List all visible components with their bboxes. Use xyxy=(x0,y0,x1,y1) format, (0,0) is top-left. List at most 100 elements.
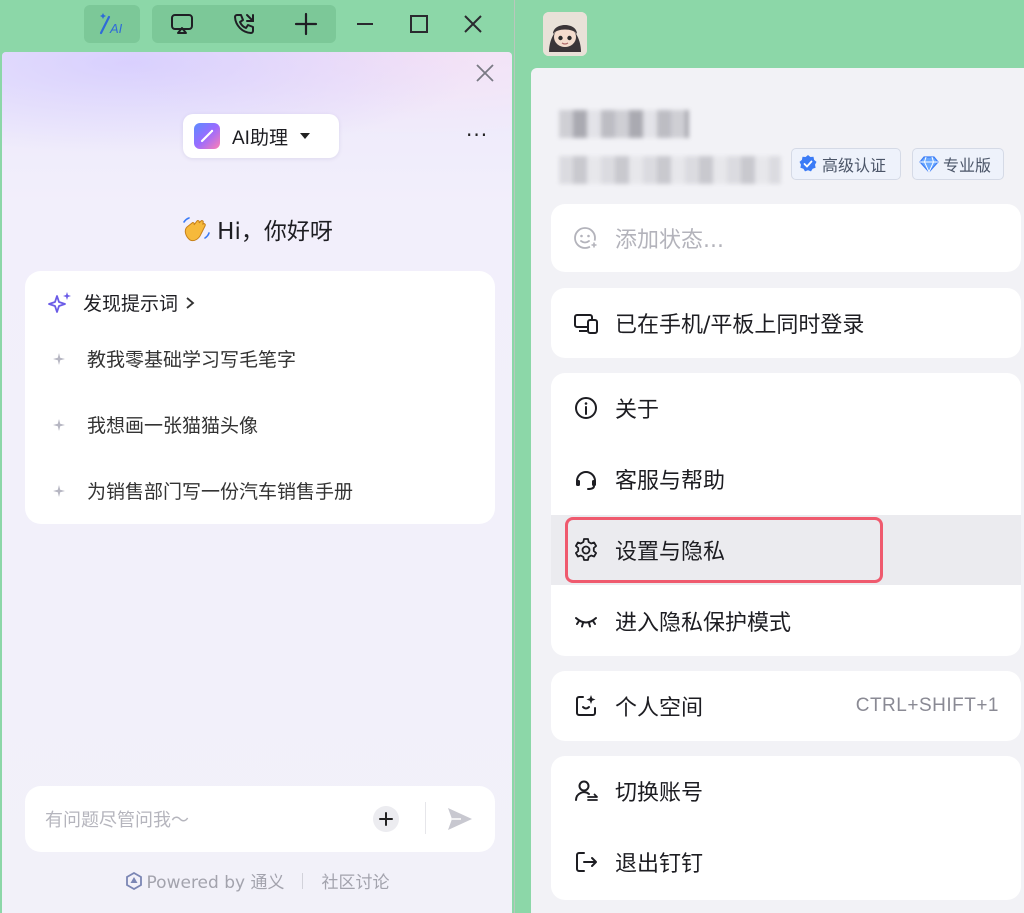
badge-label: 高级认证 xyxy=(822,156,887,175)
caret-down-icon xyxy=(299,133,310,139)
maximize-icon xyxy=(410,15,428,33)
personal-space-shortcut: CTRL+SHIFT+1 xyxy=(855,695,999,716)
main-menu-card: 关于 客服与帮助 设置与隐私 进入隐私保护模式 xyxy=(551,373,1021,656)
privacy-mode-label: 进入隐私保护模式 xyxy=(615,611,792,636)
badge-label: 专业版 xyxy=(943,156,992,175)
powered-by-text: Powered by 通义 xyxy=(146,873,285,893)
tongyi-logo-icon xyxy=(125,871,142,890)
advanced-certification-badge[interactable]: 高级认证 xyxy=(791,148,901,180)
maximize-button[interactable] xyxy=(404,5,434,43)
ai-assistant-window: AI AI助理 ··· Hi，你好呀 发现提示词 教我零基础学习写毛笔字 我想画… xyxy=(0,0,514,913)
prompt-item[interactable]: 为销售部门写一份汽车销售手册 xyxy=(53,477,353,504)
plus-icon xyxy=(379,812,393,826)
personal-space-item[interactable]: 个人空间 CTRL+SHIFT+1 xyxy=(551,671,1021,741)
settings-privacy-menu-item[interactable]: 设置与隐私 xyxy=(551,515,1021,585)
prompt-text: 教我零基础学习写毛笔字 xyxy=(87,349,297,371)
status-card: 添加状态... xyxy=(551,204,1021,272)
add-button[interactable] xyxy=(286,5,326,43)
send-button[interactable] xyxy=(445,804,475,834)
avatar[interactable] xyxy=(543,12,587,56)
add-status-placeholder: 添加状态... xyxy=(615,228,724,253)
more-options-icon[interactable]: ··· xyxy=(466,125,490,146)
ai-wand-icon: AI xyxy=(99,13,123,36)
minimize-button[interactable] xyxy=(350,5,380,43)
discover-prompts-label: 发现提示词 xyxy=(83,293,179,315)
professional-edition-badge[interactable]: 专业版 xyxy=(912,148,1004,180)
about-label: 关于 xyxy=(615,398,660,423)
attach-button[interactable] xyxy=(373,806,399,832)
input-divider xyxy=(425,802,426,834)
logout-icon xyxy=(576,852,597,872)
titlebar-action-group xyxy=(152,5,336,43)
user-id-redacted xyxy=(559,156,781,184)
switch-user-icon xyxy=(575,780,598,801)
discover-prompts-link[interactable]: 发现提示词 xyxy=(47,289,196,316)
devices-icon xyxy=(574,314,598,334)
privacy-mode-menu-item[interactable]: 进入隐私保护模式 xyxy=(551,586,1021,656)
sparkle-icon xyxy=(48,291,71,313)
prompt-text: 我想画一张猫猫头像 xyxy=(87,415,259,437)
minimize-icon xyxy=(357,23,373,25)
phone-icon xyxy=(234,14,254,34)
community-link[interactable]: 社区讨论 xyxy=(321,868,389,893)
multi-device-login-label: 已在手机/平板上同时登录 xyxy=(615,313,865,338)
screen-share-button[interactable] xyxy=(162,5,202,43)
chat-input-box xyxy=(25,786,495,852)
close-icon xyxy=(464,15,482,33)
screen-share-icon xyxy=(171,14,193,34)
avatar-illustration-icon xyxy=(543,12,587,56)
multi-device-card: 已在手机/平板上同时登录 xyxy=(551,288,1021,358)
gear-icon xyxy=(575,538,597,561)
chat-input[interactable] xyxy=(45,806,365,834)
greeting-text: Hi，你好呀 xyxy=(217,219,333,245)
profile-menu: 高级认证 专业版 添加状态... 已在手机/平板上同时登录 关于 客服与帮助 设… xyxy=(531,68,1024,913)
settings-privacy-label: 设置与隐私 xyxy=(615,540,726,565)
prompt-text: 为销售部门写一份汽车销售手册 xyxy=(87,481,354,503)
account-card: 切换账号 退出钉钉 xyxy=(551,756,1021,900)
chevron-right-icon xyxy=(186,296,195,309)
small-star-icon xyxy=(53,484,65,497)
ai-assistant-name: AI助理 xyxy=(232,127,288,149)
personal-space-icon xyxy=(576,695,596,716)
footer-divider xyxy=(302,872,304,889)
waving-hand-icon xyxy=(183,217,210,242)
closed-eye-icon xyxy=(575,617,597,628)
ai-assistant-selector[interactable]: AI助理 xyxy=(183,114,339,158)
prompt-item[interactable]: 我想画一张猫猫头像 xyxy=(53,411,258,438)
close-assistant-button[interactable] xyxy=(474,62,496,84)
switch-account-item[interactable]: 切换账号 xyxy=(551,756,1021,826)
prompt-suggestions-card: 发现提示词 教我零基础学习写毛笔字 我想画一张猫猫头像 为销售部门写一份汽车销售… xyxy=(25,271,495,524)
plus-icon xyxy=(294,12,318,36)
assistant-footer: Powered by 通义 社区讨论 xyxy=(2,868,512,893)
headset-icon xyxy=(576,471,596,490)
ai-toggle-button[interactable]: AI xyxy=(84,5,140,43)
small-star-icon xyxy=(53,418,65,431)
greeting: Hi，你好呀 xyxy=(2,212,512,246)
verified-check-icon xyxy=(799,155,817,172)
smiley-plus-icon xyxy=(574,227,599,250)
personal-space-label: 个人空间 xyxy=(615,696,704,721)
window-titlebar: AI xyxy=(0,0,514,50)
about-menu-item[interactable]: 关于 xyxy=(551,373,1021,443)
main-window-panel: 高级认证 专业版 添加状态... 已在手机/平板上同时登录 关于 客服与帮助 设… xyxy=(514,0,1024,913)
ai-assistant-logo-icon xyxy=(194,123,220,149)
small-star-icon xyxy=(53,352,65,365)
personal-space-card: 个人空间 CTRL+SHIFT+1 xyxy=(551,671,1021,741)
svg-text:AI: AI xyxy=(109,21,123,36)
logout-item[interactable]: 退出钉钉 xyxy=(551,827,1021,897)
add-status-button[interactable]: 添加状态... xyxy=(551,204,1021,272)
phone-call-button[interactable] xyxy=(224,5,264,43)
ai-assistant-panel: AI助理 ··· Hi，你好呀 发现提示词 教我零基础学习写毛笔字 我想画一张猫… xyxy=(2,52,512,913)
user-name-redacted xyxy=(559,110,689,138)
close-window-button[interactable] xyxy=(458,5,488,43)
multi-device-login-item[interactable]: 已在手机/平板上同时登录 xyxy=(551,288,1021,358)
close-icon xyxy=(476,64,494,82)
help-menu-item[interactable]: 客服与帮助 xyxy=(551,444,1021,514)
help-label: 客服与帮助 xyxy=(615,469,726,494)
logout-label: 退出钉钉 xyxy=(615,852,704,877)
diamond-icon xyxy=(919,156,939,174)
switch-account-label: 切换账号 xyxy=(615,781,704,806)
info-icon xyxy=(575,397,597,419)
send-icon xyxy=(448,808,472,830)
prompt-item[interactable]: 教我零基础学习写毛笔字 xyxy=(53,345,296,372)
